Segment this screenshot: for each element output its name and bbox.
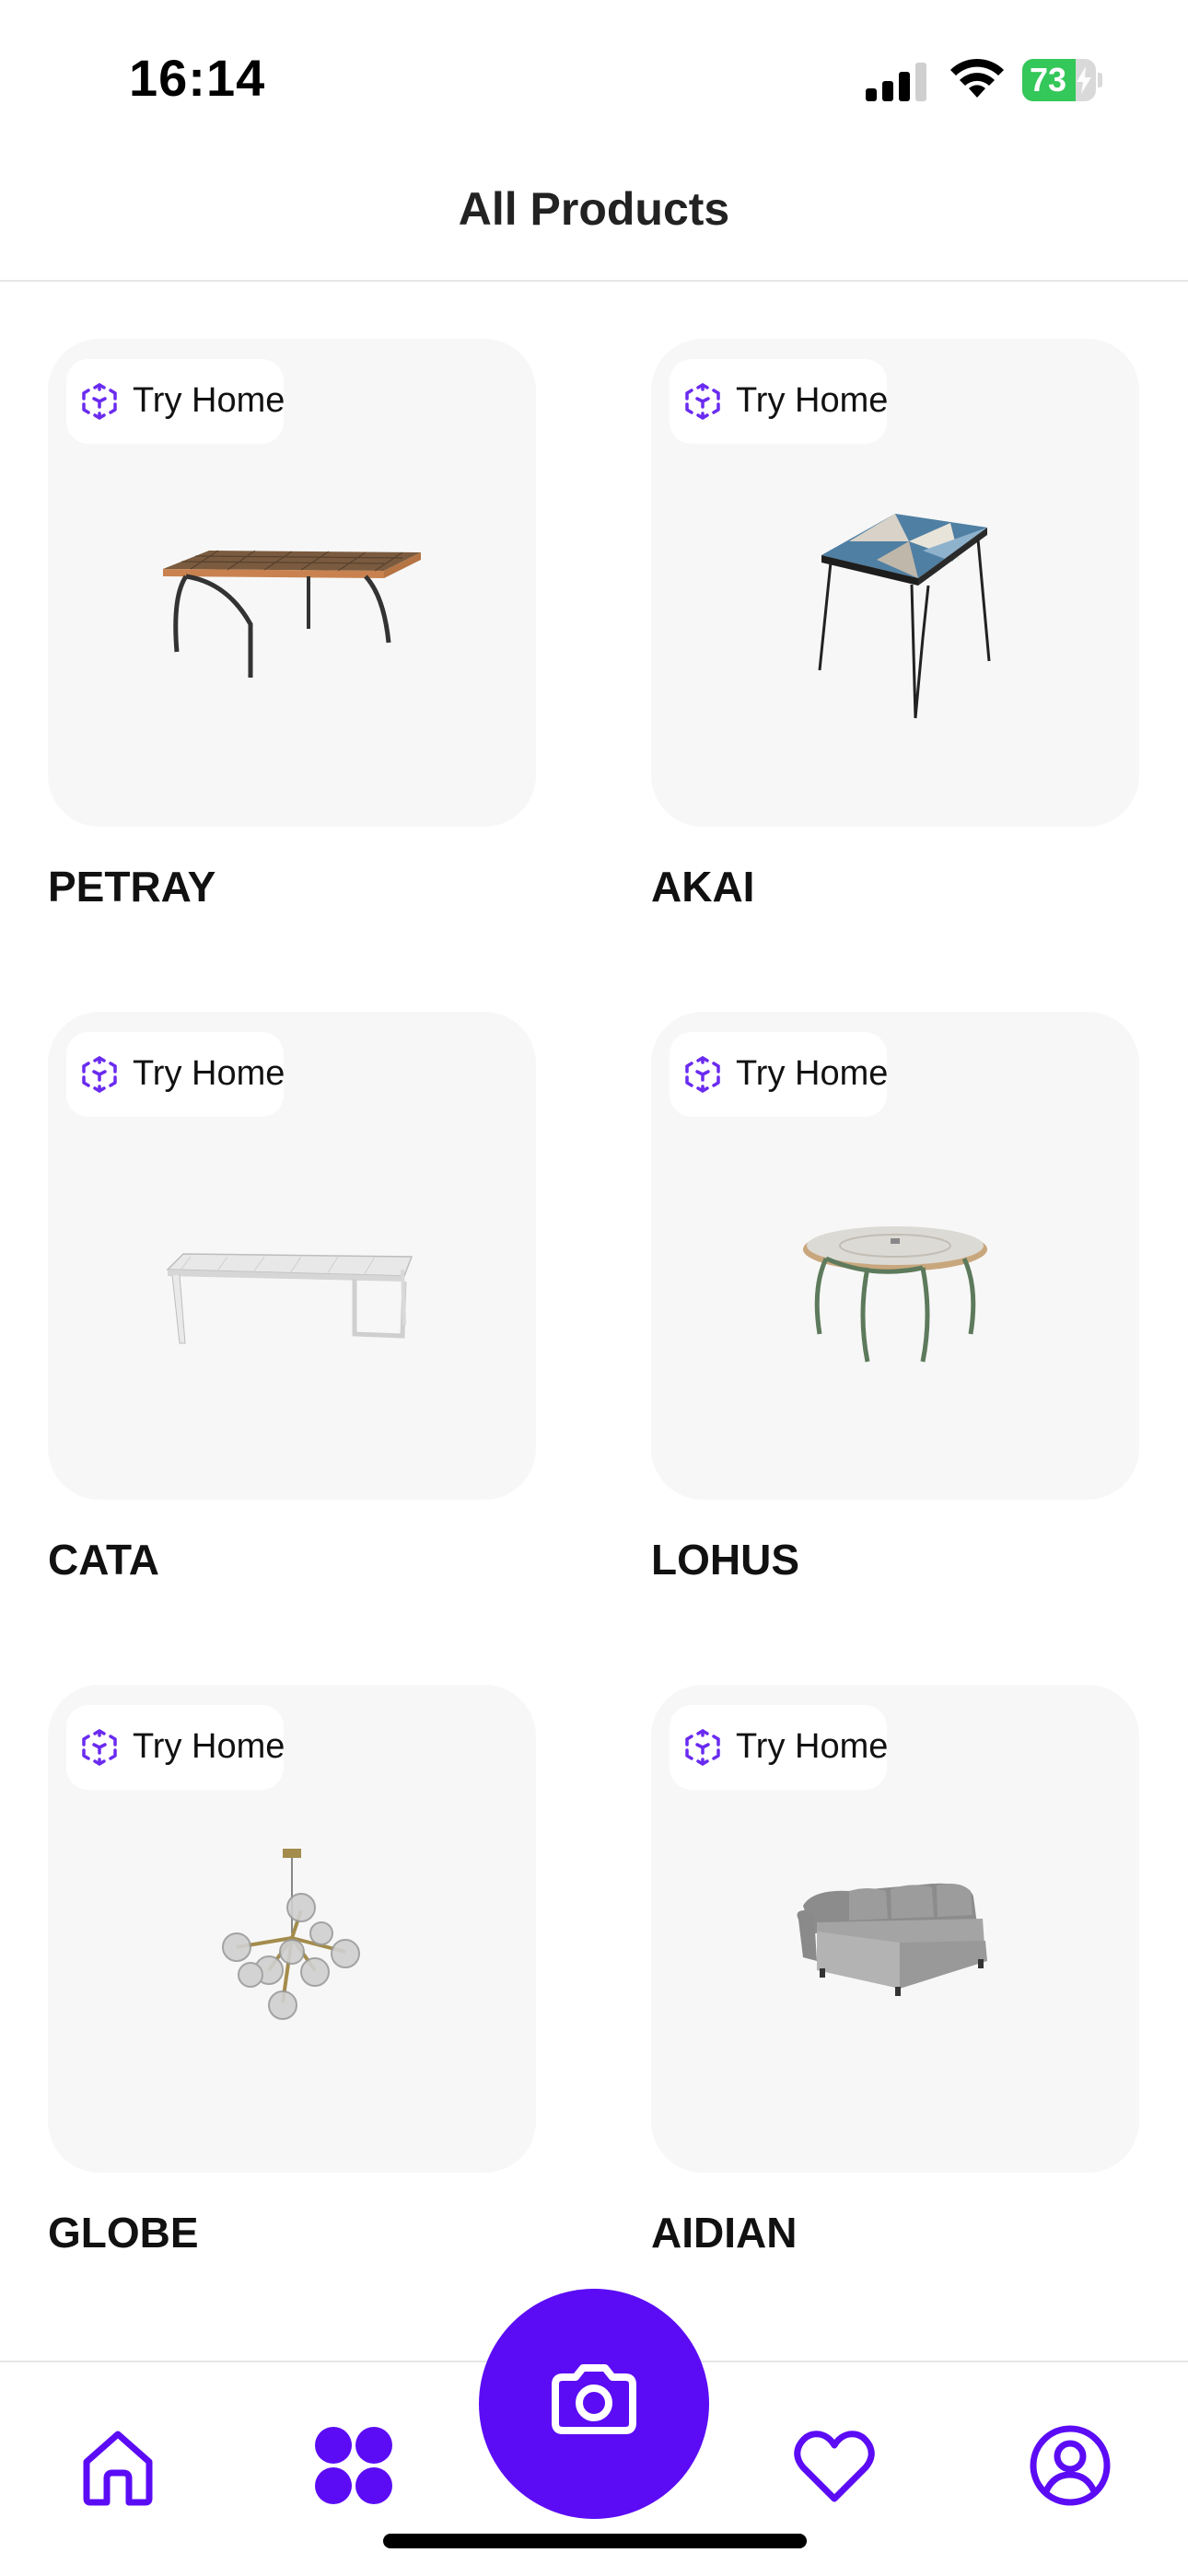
ar-cube-icon (685, 1056, 720, 1093)
ar-cube-icon (685, 1729, 720, 1766)
page-title: All Products (458, 183, 730, 235)
try-home-label: Try Home (133, 381, 285, 420)
profile-icon[interactable] (1026, 2421, 1114, 2510)
ar-cube-icon (82, 1729, 117, 1766)
product-image (803, 1226, 987, 1363)
product-name: PETRAY (48, 863, 216, 911)
try-home-button[interactable]: Try Home (66, 1032, 285, 1117)
home-indicator (383, 2534, 807, 2548)
product-name: CATA (48, 1536, 159, 1584)
product-image (818, 514, 991, 719)
product-name: LOHUS (651, 1536, 799, 1584)
try-home-button[interactable]: Try Home (670, 1032, 889, 1117)
try-home-label: Try Home (736, 381, 889, 420)
try-home-label: Try Home (133, 1054, 285, 1093)
product-image (797, 1883, 987, 1996)
home-icon[interactable] (74, 2421, 162, 2510)
battery-indicator: 73 (1022, 59, 1102, 101)
charging-bolt-icon (1077, 66, 1091, 94)
wifi-icon (950, 58, 1004, 98)
try-home-label: Try Home (133, 1727, 285, 1766)
try-home-button[interactable]: Try Home (66, 359, 285, 444)
camera-icon (552, 2364, 636, 2434)
product-image (222, 1849, 360, 2020)
cellular-signal-icon (866, 63, 926, 101)
try-home-button[interactable]: Try Home (66, 1705, 285, 1790)
camera-button[interactable] (479, 2289, 709, 2519)
product-image (163, 550, 421, 678)
product-name: AIDIAN (651, 2209, 798, 2257)
product-name: GLOBE (48, 2209, 199, 2257)
grid-icon[interactable] (309, 2421, 398, 2510)
product-image (166, 1253, 413, 1344)
ar-cube-icon (685, 383, 720, 420)
status-bar: 16:14 73 (0, 0, 1188, 157)
header: All Products (0, 157, 1188, 282)
ar-cube-icon (82, 1056, 117, 1093)
status-time: 16:14 (129, 49, 266, 107)
heart-icon[interactable] (790, 2421, 879, 2510)
try-home-label: Try Home (736, 1727, 889, 1766)
try-home-label: Try Home (736, 1054, 889, 1093)
product-name: AKAI (651, 863, 755, 911)
try-home-button[interactable]: Try Home (670, 359, 889, 444)
try-home-button[interactable]: Try Home (670, 1705, 889, 1790)
ar-cube-icon (82, 383, 117, 420)
